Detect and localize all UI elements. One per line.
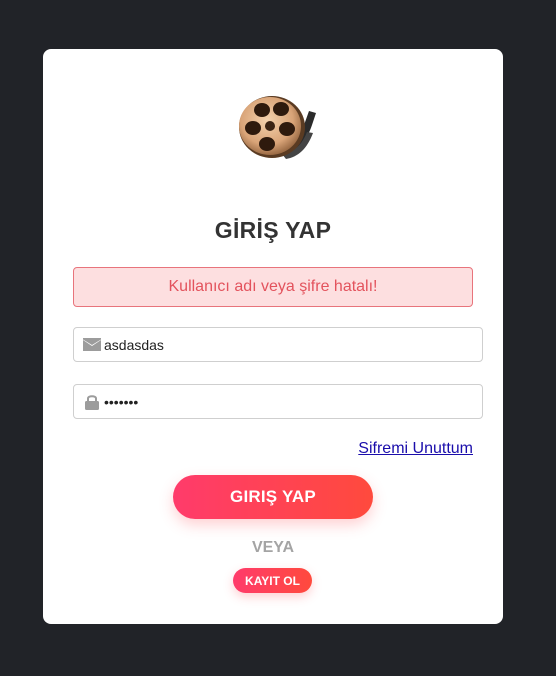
or-divider: VEYA	[251, 539, 295, 556]
login-card: GİRİŞ YAP Kullanıcı adı veya şifre hatal…	[43, 49, 503, 624]
error-alert: Kullanıcı adı veya şifre hatalı!	[73, 267, 473, 307]
lock-icon	[85, 395, 99, 410]
envelope-icon	[83, 338, 101, 351]
password-field[interactable]	[73, 384, 483, 419]
film-reel-icon	[239, 96, 316, 159]
page-title: GİRİŞ YAP	[214, 217, 332, 243]
login-button[interactable]: GIRIŞ YAP	[173, 475, 373, 519]
username-field[interactable]	[73, 327, 483, 362]
forgot-password-link[interactable]: Sifremi Unuttum	[358, 440, 473, 458]
username-input[interactable]	[104, 328, 474, 361]
password-input[interactable]	[104, 385, 474, 418]
register-button[interactable]: KAYIT OL	[233, 568, 312, 593]
